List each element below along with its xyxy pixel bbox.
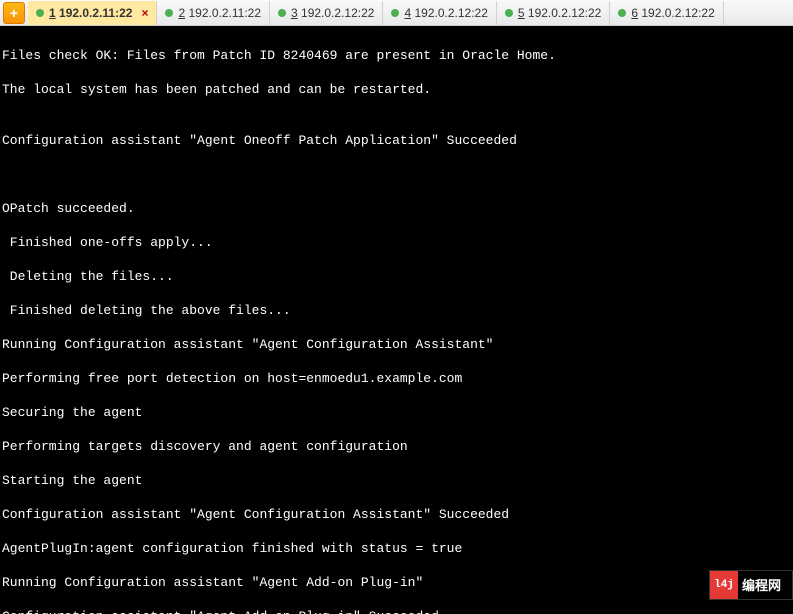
tab-label: 192.0.2.12:22 <box>301 6 374 20</box>
terminal-line: Configuration assistant "Agent Oneoff Pa… <box>2 133 517 148</box>
terminal-line: Finished one-offs apply... <box>2 235 213 250</box>
tab-label: 192.0.2.12:22 <box>641 6 714 20</box>
watermark: l4j 编程网 <box>709 570 793 600</box>
tab-2[interactable]: 2 192.0.2.11:22 <box>157 1 270 25</box>
terminal-output[interactable]: Files check OK: Files from Patch ID 8240… <box>0 26 793 614</box>
terminal-line: Files check OK: Files from Patch ID 8240… <box>2 48 556 63</box>
tab-number: 6 <box>631 6 638 20</box>
tab-number: 5 <box>518 6 525 20</box>
tab-4[interactable]: 4 192.0.2.12:22 <box>383 1 496 25</box>
tab-1[interactable]: 1 192.0.2.11:22 × <box>28 1 157 25</box>
terminal-line: Performing free port detection on host=e… <box>2 371 462 386</box>
tab-number: 2 <box>178 6 185 20</box>
tab-label: 192.0.2.11:22 <box>188 6 261 20</box>
tab-number: 3 <box>291 6 298 20</box>
status-dot-icon <box>618 9 626 17</box>
tab-number: 1 <box>49 6 56 20</box>
close-icon[interactable]: × <box>141 6 148 20</box>
status-dot-icon <box>165 9 173 17</box>
terminal-line: Configuration assistant "Agent Configura… <box>2 507 509 522</box>
tab-label: 192.0.2.11:22 <box>59 6 132 20</box>
tab-number: 4 <box>404 6 411 20</box>
terminal-line: Running Configuration assistant "Agent A… <box>2 575 423 590</box>
terminal-line: The local system has been patched and ca… <box>2 82 431 97</box>
tab-6[interactable]: 6 192.0.2.12:22 <box>610 1 723 25</box>
terminal-line: Configuration assistant "Agent Add-on Pl… <box>2 609 439 614</box>
terminal-line: Performing targets discovery and agent c… <box>2 439 408 454</box>
terminal-line: Finished deleting the above files... <box>2 303 291 318</box>
terminal-line: OPatch succeeded. <box>2 201 135 216</box>
terminal-line: Deleting the files... <box>2 269 174 284</box>
tab-label: 192.0.2.12:22 <box>528 6 601 20</box>
watermark-text: 编程网 <box>738 577 785 594</box>
tab-label: 192.0.2.12:22 <box>414 6 487 20</box>
terminal-line: Starting the agent <box>2 473 142 488</box>
plus-icon: + <box>10 5 18 21</box>
status-dot-icon <box>278 9 286 17</box>
terminal-line: Running Configuration assistant "Agent C… <box>2 337 493 352</box>
status-dot-icon <box>36 9 44 17</box>
tab-3[interactable]: 3 192.0.2.12:22 <box>270 1 383 25</box>
terminal-line: AgentPlugIn:agent configuration finished… <box>2 541 462 556</box>
terminal-line: Securing the agent <box>2 405 142 420</box>
status-dot-icon <box>505 9 513 17</box>
tab-5[interactable]: 5 192.0.2.12:22 <box>497 1 610 25</box>
watermark-logo-icon: l4j <box>710 571 738 599</box>
tab-bar: + 1 192.0.2.11:22 × 2 192.0.2.11:22 3 19… <box>0 0 793 26</box>
new-tab-button[interactable]: + <box>3 2 25 24</box>
status-dot-icon <box>391 9 399 17</box>
